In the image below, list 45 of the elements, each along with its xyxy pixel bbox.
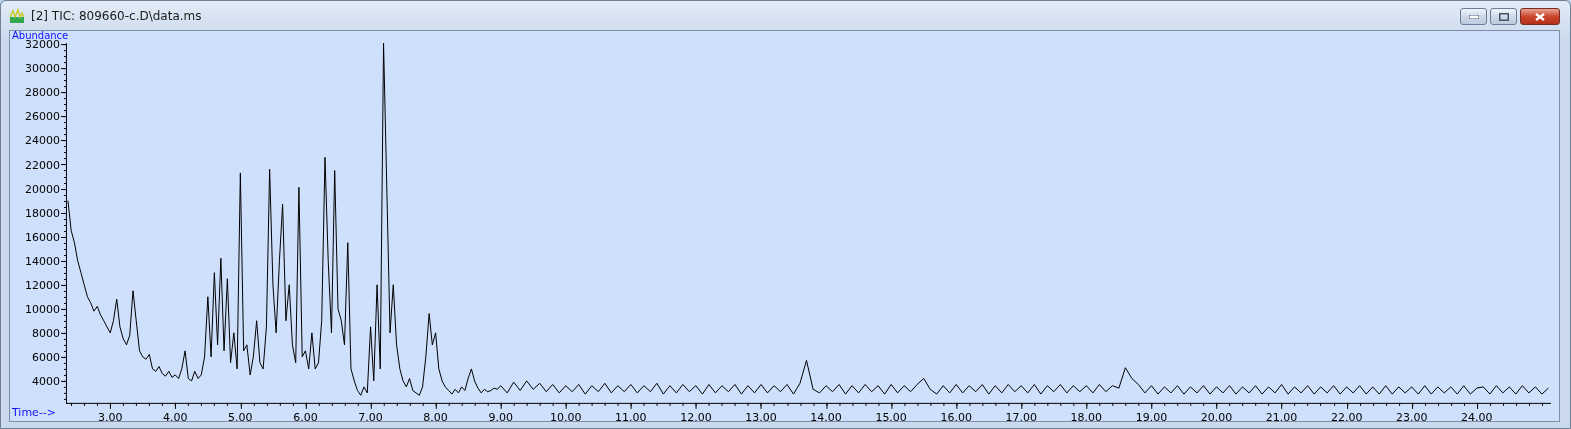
y-tick-label: 12000	[25, 278, 60, 292]
y-tick-label: 18000	[25, 206, 60, 220]
y-tick-label: 16000	[25, 230, 60, 244]
x-tick-label: 11.00	[615, 410, 647, 421]
chromatogram-icon	[9, 7, 25, 24]
maximize-icon	[1498, 12, 1509, 21]
maximize-button[interactable]	[1490, 8, 1517, 25]
y-tick-label: 10000	[25, 302, 60, 316]
x-tick-label: 17.00	[1005, 410, 1037, 421]
y-tick-label: 14000	[25, 254, 60, 268]
x-tick-label: 23.00	[1396, 410, 1428, 421]
x-tick-label: 21.00	[1265, 410, 1298, 421]
x-tick-label: 16.00	[940, 410, 972, 421]
close-button[interactable]	[1520, 8, 1560, 25]
x-tick-label: 6.00	[293, 410, 318, 421]
x-tick-label: 3.00	[98, 410, 123, 421]
x-tick-label: 15.00	[875, 410, 907, 421]
x-tick-label: 4.00	[163, 410, 188, 421]
x-tick-label: 9.00	[488, 410, 513, 421]
x-tick-label: 22.00	[1330, 410, 1363, 421]
x-tick-label: 8.00	[423, 410, 448, 421]
x-tick-label: 14.00	[810, 410, 842, 421]
y-tick-label: 4000	[32, 374, 60, 388]
x-tick-label: 24.00	[1461, 410, 1493, 421]
minimize-icon	[1468, 14, 1479, 19]
x-tick-label: 20.00	[1200, 410, 1233, 421]
y-tick-label: 8000	[32, 326, 60, 340]
y-tick-label: 20000	[25, 182, 60, 196]
x-tick-label: 10.00	[550, 410, 582, 421]
x-tick-label: 19.00	[1135, 410, 1168, 421]
x-tick-label: 5.00	[228, 410, 253, 421]
y-tick-label: 30000	[25, 62, 60, 76]
x-tick-label: 7.00	[358, 410, 383, 421]
x-tick-label: 13.00	[745, 410, 777, 421]
window-title: [2] TIC: 809660-c.D\data.ms	[31, 8, 202, 23]
y-tick-label: 26000	[25, 110, 60, 124]
close-icon	[1535, 12, 1545, 21]
y-tick-label: 6000	[32, 350, 60, 364]
x-tick-label: 18.00	[1070, 410, 1103, 421]
x-tick-label: 12.00	[680, 410, 712, 421]
x-axis-title: Time-->	[12, 405, 56, 419]
y-tick-label: 24000	[25, 134, 60, 148]
y-tick-label: 28000	[25, 86, 60, 100]
minimize-button[interactable]	[1460, 8, 1487, 25]
y-tick-label: 22000	[25, 158, 60, 172]
